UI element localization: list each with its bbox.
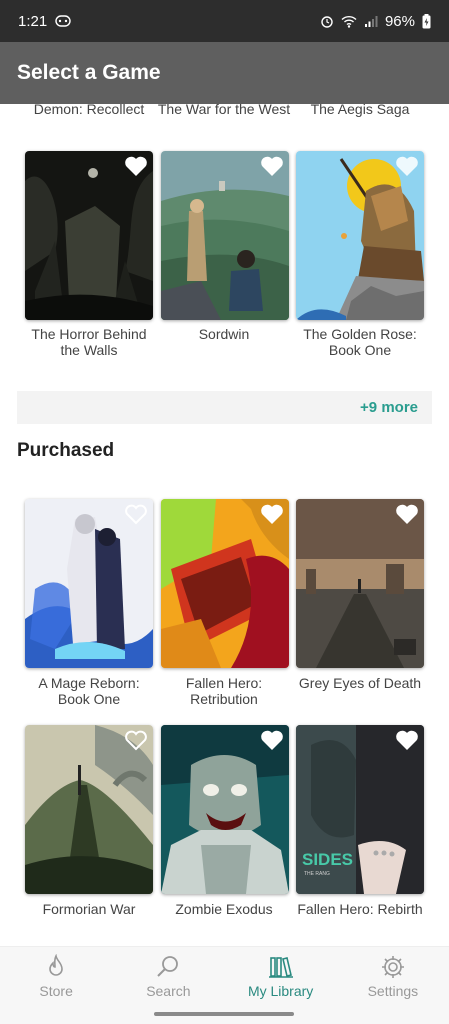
favorite-heart-icon[interactable] <box>260 155 284 177</box>
nav-label: Store <box>39 983 73 999</box>
favorite-heart-outline-icon[interactable] <box>124 729 148 751</box>
page-title: Select a Game <box>17 61 161 84</box>
game-title[interactable]: Sordwin <box>156 326 292 342</box>
app-bar: Select a Game <box>0 42 449 104</box>
game-title[interactable]: The Aegis Saga <box>292 104 428 117</box>
favorite-heart-icon[interactable] <box>124 155 148 177</box>
library-icon <box>268 957 293 978</box>
favorite-heart-outline-icon[interactable] <box>124 503 148 525</box>
favorite-heart-icon[interactable] <box>395 155 419 177</box>
game-cover-formorian-war[interactable] <box>25 725 153 894</box>
game-cover-fallen-hero-rebirth[interactable]: SIDES THE RANG <box>296 725 424 894</box>
game-cover-golden-rose[interactable] <box>296 151 424 320</box>
nav-item-settings[interactable]: Settings <box>337 947 449 1006</box>
cover-title-text: SIDES <box>302 850 353 869</box>
game-title[interactable]: Fallen Hero: Retribution <box>156 675 292 707</box>
nav-item-my-library[interactable]: My Library <box>225 947 337 1006</box>
battery-percent: 96% <box>384 12 415 30</box>
library-content[interactable]: Demon: Recollect The War for the West Th… <box>0 104 449 946</box>
game-cover-fallen-hero-retribution[interactable] <box>161 499 289 668</box>
favorite-heart-icon[interactable] <box>395 503 419 525</box>
game-cover-sordwin[interactable] <box>161 151 289 320</box>
alarm-icon <box>321 16 333 28</box>
status-bar: 1:21 96% <box>0 0 449 42</box>
game-title[interactable]: Formorian War <box>21 901 157 917</box>
gear-icon <box>381 956 404 978</box>
nav-label: My Library <box>247 983 314 999</box>
gamepad-icon <box>55 15 71 27</box>
game-cover-mage-reborn[interactable] <box>25 499 153 668</box>
cover-subtitle-text: THE RANG <box>304 871 330 877</box>
gesture-bar <box>0 1006 449 1024</box>
wifi-icon <box>341 15 357 28</box>
game-title[interactable]: The Golden Rose: Book One <box>292 326 428 358</box>
show-more-button[interactable]: +9 more <box>17 391 432 424</box>
favorite-heart-icon[interactable] <box>395 729 419 751</box>
game-title[interactable]: Grey Eyes of Death <box>292 675 428 691</box>
game-title[interactable]: The Horror Behind the Walls <box>21 326 157 358</box>
nav-item-store[interactable]: Store <box>0 947 112 1006</box>
game-cover-grey-eyes-of-death[interactable] <box>296 499 424 668</box>
section-heading-purchased: Purchased <box>17 440 115 461</box>
nav-item-search[interactable]: Search <box>112 947 224 1006</box>
status-time: 1:21 <box>18 12 48 30</box>
game-title[interactable]: Zombie Exodus <box>156 901 292 917</box>
game-cover-zombie-exodus[interactable] <box>161 725 289 894</box>
favorite-heart-icon[interactable] <box>260 503 284 525</box>
signal-icon <box>364 15 378 27</box>
nav-label: Search <box>146 983 191 999</box>
game-title[interactable]: A Mage Reborn: Book One <box>21 675 157 707</box>
game-cover-horror-behind-the-walls[interactable] <box>25 151 153 320</box>
game-title[interactable]: Fallen Hero: Rebirth <box>292 901 428 917</box>
home-gesture-pill[interactable] <box>154 1012 294 1016</box>
search-icon <box>157 956 179 977</box>
show-more-label: +9 more <box>360 399 418 416</box>
game-title[interactable]: Demon: Recollect <box>21 104 157 117</box>
nav-label: Settings <box>367 983 419 999</box>
game-title[interactable]: The War for the West <box>156 104 292 117</box>
favorite-heart-icon[interactable] <box>260 729 284 751</box>
battery-charging-icon <box>422 13 431 28</box>
bottom-navigation: Store Search My Library Settings <box>0 946 449 1006</box>
flame-icon <box>49 954 63 976</box>
